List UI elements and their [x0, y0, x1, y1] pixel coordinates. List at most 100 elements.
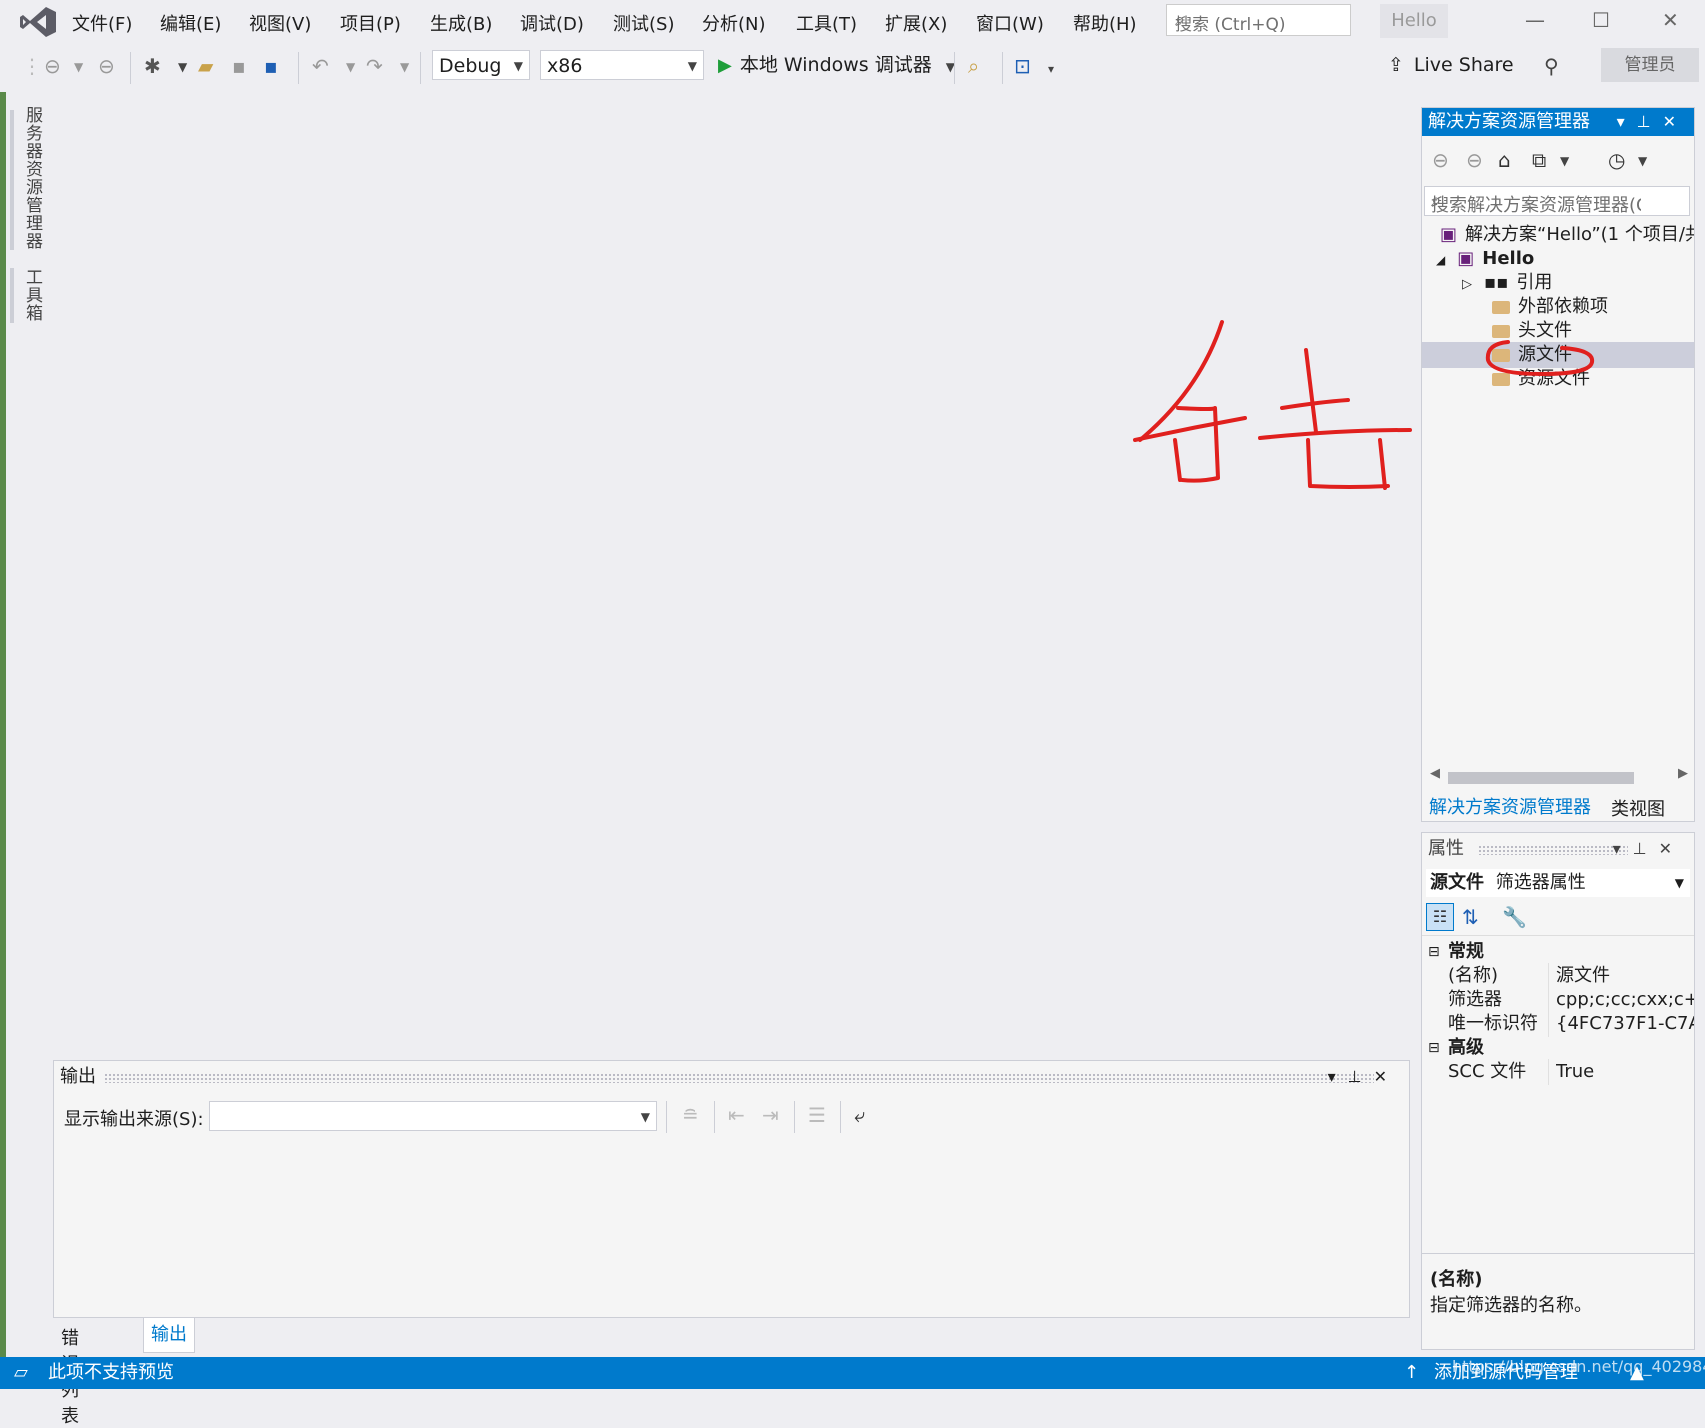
property-pages-icon[interactable]: 🔧	[1502, 905, 1527, 929]
chevron-down-icon[interactable]: ▼	[1560, 154, 1569, 168]
property-row[interactable]: SCC 文件 True	[1422, 1059, 1694, 1085]
next-message-icon[interactable]: ⇥	[762, 1103, 779, 1127]
back-icon[interactable]: ⊖	[1432, 148, 1449, 172]
pin-icon[interactable]: ⊥	[1637, 112, 1663, 131]
open-folder-icon[interactable]: ▰	[198, 54, 213, 78]
pin-icon[interactable]: ⊥	[1348, 1067, 1374, 1086]
categorized-icon[interactable]: ☷	[1426, 903, 1454, 931]
platform-select[interactable]: x86 ▼	[540, 50, 704, 80]
dropdown-icon[interactable]: ▾	[1328, 1067, 1348, 1086]
menu-extensions[interactable]: 扩展(X)	[885, 10, 947, 36]
save-icon[interactable]: ▪	[232, 54, 246, 78]
switch-views-icon[interactable]: ⧉	[1532, 148, 1546, 172]
output-source-select[interactable]: ▼	[209, 1101, 657, 1131]
close-icon[interactable]: ✕	[1659, 839, 1684, 858]
save-all-icon[interactable]: ▪	[264, 54, 278, 78]
maximize-icon[interactable]: ☐	[1592, 8, 1610, 32]
clear-all-icon[interactable]: ☰	[808, 1103, 826, 1127]
menu-file[interactable]: 文件(F)	[72, 10, 132, 36]
property-group-general[interactable]: ⊟ 常规	[1422, 939, 1694, 965]
live-share-button[interactable]: ⇪ Live Share	[1388, 50, 1514, 80]
search-icon: ⌕	[1175, 10, 1185, 30]
property-row[interactable]: (名称) 源文件	[1422, 963, 1694, 989]
close-icon[interactable]: ✕	[1374, 1067, 1399, 1086]
output-source-label: 显示输出来源(S):	[64, 1109, 204, 1130]
feedback-icon[interactable]: ⚲	[1544, 54, 1559, 78]
scroll-thumb[interactable]	[1448, 772, 1634, 784]
home-icon[interactable]: ⌂	[1498, 148, 1511, 172]
chevron-down-icon[interactable]: ▼	[1638, 154, 1647, 168]
menu-tools[interactable]: 工具(T)	[796, 10, 857, 36]
desktop-edge	[0, 92, 6, 1357]
pending-changes-icon[interactable]: ◷	[1608, 148, 1625, 172]
object-selector[interactable]: 源文件 筛选器属性 ▼	[1426, 869, 1690, 897]
toolbar-options-icon[interactable]: ▾	[1048, 62, 1054, 76]
undo-dropdown-icon[interactable]: ▼	[346, 60, 355, 74]
property-group-advanced[interactable]: ⊟ 高级	[1422, 1035, 1694, 1061]
configuration-select[interactable]: Debug ▼	[432, 50, 530, 80]
undo-icon[interactable]: ↶	[312, 54, 329, 78]
object-type: 筛选器属性	[1495, 872, 1586, 893]
start-debugging-button[interactable]: ▶ 本地 Windows 调试器 ▼	[718, 50, 955, 80]
solution-explorer-panel: 解决方案资源管理器 ▾⊥✕ ⊖ ⊖ ⌂ ⧉ ▼ ◷ ▼ 搜索解决方案资源管理器(…	[1421, 107, 1695, 822]
menu-view[interactable]: 视图(V)	[249, 10, 311, 36]
menu-help[interactable]: 帮助(H)	[1073, 10, 1137, 36]
scroll-left-icon[interactable]: ◀	[1430, 766, 1440, 781]
tab-indicator	[10, 268, 14, 323]
tab-class-view[interactable]: 类视图	[1611, 795, 1665, 821]
minimize-icon[interactable]: —	[1525, 8, 1545, 32]
notifications-icon[interactable]: ▲	[1630, 1357, 1644, 1389]
menu-debug[interactable]: 调试(D)	[520, 10, 584, 36]
visual-studio-logo-icon[interactable]	[18, 5, 58, 39]
browser-link-icon[interactable]: ⊡	[1014, 54, 1031, 78]
tree-item-external-deps[interactable]: 外部依赖项	[1422, 294, 1694, 320]
dropdown-icon[interactable]: ▾	[1617, 112, 1637, 131]
tab-server-explorer[interactable]: 服务器资源管理器	[20, 106, 45, 250]
horizontal-scrollbar[interactable]: ◀ ▶	[1430, 766, 1688, 786]
property-row[interactable]: 筛选器 cpp;c;cc;cxx;c++	[1422, 987, 1694, 1013]
new-dropdown-icon[interactable]: ▼	[178, 60, 187, 74]
menu-analyze[interactable]: 分析(N)	[702, 10, 766, 36]
close-icon[interactable]: ✕	[1662, 8, 1679, 32]
tree-item-label: 解决方案“Hello”(1 个项目/共	[1465, 224, 1694, 245]
tab-output[interactable]: 输出	[143, 1318, 195, 1353]
redo-icon[interactable]: ↷	[366, 54, 383, 78]
pin-icon[interactable]: ⊥	[1633, 839, 1659, 858]
back-dropdown-icon[interactable]: ▼	[74, 60, 83, 74]
handwritten-annotation	[1133, 320, 1412, 490]
find-in-files-icon[interactable]: ⌕	[968, 54, 979, 78]
scroll-right-icon[interactable]: ▶	[1678, 766, 1688, 781]
menu-project[interactable]: 项目(P)	[340, 10, 401, 36]
tab-toolbox[interactable]: 工具箱	[20, 268, 45, 322]
word-wrap-icon[interactable]: ⤶	[854, 1103, 865, 1127]
search-input[interactable]: 搜索 (Ctrl+Q) ⌕	[1166, 4, 1351, 36]
collapsed-icon: ▷	[1462, 277, 1472, 292]
preview-icon: ▱	[14, 1362, 28, 1383]
solution-search-input[interactable]: 搜索解决方案资源管理器(C ⌕	[1424, 186, 1690, 216]
toolbar: ⋮ ⊖ ▼ ⊖ ✱ ▼ ▰ ▪ ▪ ↶ ▼ ↷ ▼ Debug ▼ x86 ▼ …	[0, 44, 1705, 92]
collapse-icon: ⊟	[1428, 1040, 1440, 1056]
menu-window[interactable]: 窗口(W)	[976, 10, 1044, 36]
dropdown-icon[interactable]: ▾	[1613, 839, 1633, 858]
tab-solution-explorer[interactable]: 解决方案资源管理器	[1429, 793, 1591, 819]
menu-edit[interactable]: 编辑(E)	[160, 10, 221, 36]
back-icon[interactable]: ⊖	[44, 54, 61, 78]
new-project-icon[interactable]: ✱	[144, 54, 161, 78]
previous-message-icon[interactable]: ⇤	[728, 1103, 745, 1127]
tab-indicator	[10, 110, 14, 250]
tree-item-project[interactable]: ◢ ▣ Hello	[1422, 246, 1694, 272]
alphabetical-icon[interactable]: ⇅	[1462, 905, 1479, 929]
tree-item-solution[interactable]: ▣ 解决方案“Hello”(1 个项目/共	[1422, 222, 1694, 248]
forward-icon[interactable]: ⊖	[98, 54, 115, 78]
menu-test[interactable]: 测试(S)	[613, 10, 674, 36]
close-icon[interactable]: ✕	[1663, 112, 1688, 131]
output-content[interactable]	[54, 1139, 1409, 1317]
forward-icon[interactable]: ⊖	[1466, 148, 1483, 172]
property-row[interactable]: 唯一标识符 {4FC737F1-C7A	[1422, 1011, 1694, 1037]
go-to-current-icon[interactable]: ≘	[682, 1103, 699, 1127]
redo-dropdown-icon[interactable]: ▼	[400, 60, 409, 74]
property-value: True	[1556, 1061, 1595, 1082]
configuration-value: Debug	[439, 55, 502, 77]
tree-item-references[interactable]: ▷ ▪▪ 引用	[1422, 270, 1694, 296]
menu-build[interactable]: 生成(B)	[430, 10, 492, 36]
